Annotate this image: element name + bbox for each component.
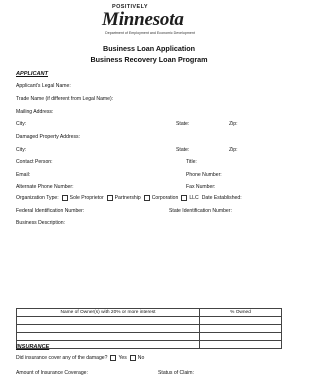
damaged-zip-field[interactable]: Zip: <box>229 147 238 153</box>
checkbox-yes[interactable]: Yes <box>110 355 127 361</box>
checkbox-icon <box>143 195 150 201</box>
logo-wordmark: Minnesota <box>102 9 184 30</box>
owner-name-cell[interactable] <box>16 332 200 341</box>
fax-field[interactable]: Fax Number: <box>186 184 215 190</box>
owner-name-cell[interactable] <box>16 324 200 333</box>
option-label: Yes <box>118 355 127 361</box>
table-row <box>16 316 282 325</box>
section-heading-applicant: APPLICANT <box>16 71 49 77</box>
percent-owned-cell[interactable] <box>199 332 282 341</box>
owner-name-header: Name of Owner(s) with 20% or more intere… <box>16 308 200 317</box>
damaged-city-field[interactable]: City: <box>16 147 26 153</box>
option-label: Sole Proprietor <box>69 195 104 201</box>
table-row <box>16 324 282 333</box>
option-label: Corporation <box>151 195 179 201</box>
checkbox-llc[interactable]: LLC <box>181 195 199 201</box>
checkbox-icon <box>181 195 188 201</box>
mailing-address-field[interactable]: Mailing Address: <box>16 109 53 115</box>
checkbox-icon <box>110 355 117 361</box>
federal-id-field[interactable]: Federal Identification Number: <box>16 208 84 214</box>
table-header-row: Name of Owner(s) with 20% or more intere… <box>16 308 282 317</box>
application-form: POSITIVELY Minnesota Department of Emplo… <box>0 0 298 386</box>
checkbox-sole-proprietor[interactable]: Sole Proprietor <box>61 195 104 201</box>
checkbox-icon <box>61 195 68 201</box>
checkbox-corporation[interactable]: Corporation <box>143 195 179 201</box>
checkbox-partnership[interactable]: Partnership <box>106 195 141 201</box>
owners-table: Name of Owner(s) with 20% or more intere… <box>16 308 282 349</box>
trade-name-field[interactable]: Trade Name (if different from Legal Name… <box>16 96 113 102</box>
organization-type-label: Organization Type: <box>16 195 59 201</box>
date-established-field[interactable]: Date Established: <box>202 195 242 201</box>
insurance-amount-field[interactable]: Amount of Insurance Coverage: <box>16 370 88 376</box>
checkbox-icon <box>129 355 136 361</box>
legal-name-field[interactable]: Applicant's Legal Name: <box>16 83 71 89</box>
logo-department: Department of Employment and Economic De… <box>105 31 195 35</box>
zip-field[interactable]: Zip: <box>229 121 238 127</box>
claim-status-field[interactable]: Status of Claim: <box>158 370 194 376</box>
checkbox-no[interactable]: No <box>129 355 145 361</box>
damaged-property-address-field[interactable]: Damaged Property Address: <box>16 134 80 140</box>
checkbox-icon <box>106 195 113 201</box>
percent-owned-header: % Owned <box>199 308 282 317</box>
table-row <box>16 332 282 341</box>
business-description-field[interactable]: Business Description: <box>16 220 65 226</box>
state-field[interactable]: State: <box>176 121 189 127</box>
alternate-phone-field[interactable]: Alternate Phone Number: <box>16 184 73 190</box>
option-label: LLC <box>189 195 199 201</box>
form-subtitle: Business Recovery Loan Program <box>90 55 208 64</box>
owner-name-cell[interactable] <box>16 316 200 325</box>
state-id-field[interactable]: State Identification Number: <box>169 208 232 214</box>
organization-type-row: Organization Type: Sole Proprietor Partn… <box>16 195 242 201</box>
percent-owned-cell[interactable] <box>199 316 282 325</box>
section-heading-insurance: INSURANCE <box>16 344 50 350</box>
logo: POSITIVELY Minnesota Department of Emplo… <box>88 4 212 38</box>
insurance-question-label: Did insurance cover any of the damage? <box>16 355 108 361</box>
city-field[interactable]: City: <box>16 121 26 127</box>
email-field[interactable]: Email: <box>16 172 30 178</box>
form-title: Business Loan Application <box>103 44 195 53</box>
title-field[interactable]: Title: <box>186 159 197 165</box>
option-label: No <box>137 355 145 361</box>
damaged-state-field[interactable]: State: <box>176 147 189 153</box>
insurance-question-row: Did insurance cover any of the damage? Y… <box>16 355 144 361</box>
percent-owned-cell[interactable] <box>199 340 282 349</box>
option-label: Partnership <box>114 195 141 201</box>
table-row <box>16 340 282 349</box>
phone-field[interactable]: Phone Number: <box>186 172 222 178</box>
contact-person-field[interactable]: Contact Person: <box>16 159 53 165</box>
percent-owned-cell[interactable] <box>199 324 282 333</box>
